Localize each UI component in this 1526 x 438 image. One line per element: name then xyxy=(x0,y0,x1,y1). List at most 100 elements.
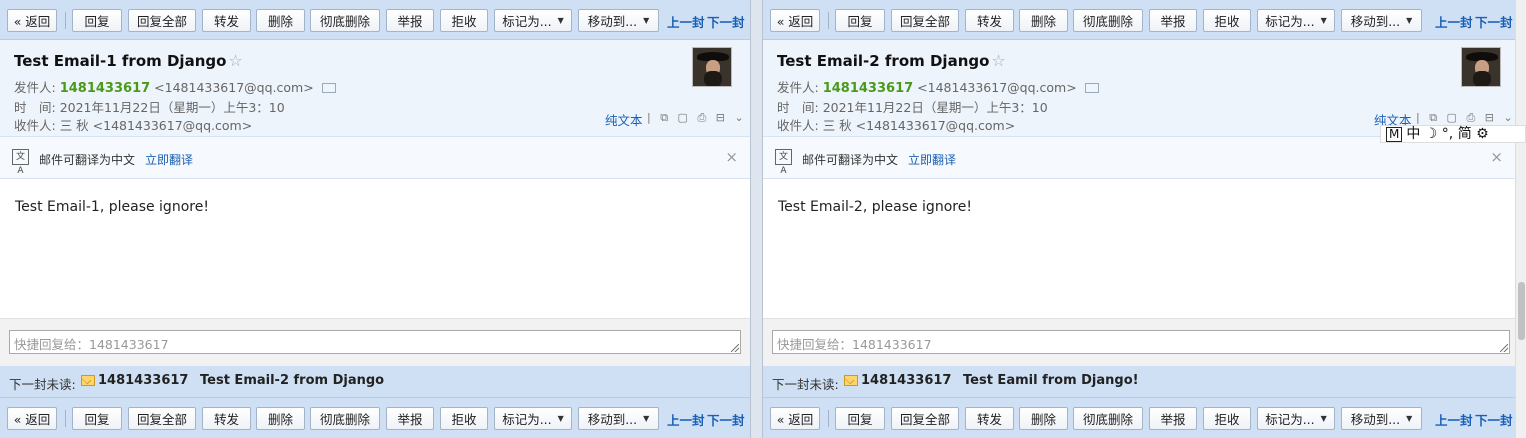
star-icon[interactable]: ☆ xyxy=(991,51,1005,70)
next-unread-subject[interactable]: Test Eamil from Django! xyxy=(963,373,1139,388)
star-icon[interactable]: ☆ xyxy=(228,51,242,70)
translate-icon: 文A xyxy=(12,149,29,176)
delete-button[interactable]: 删除 xyxy=(1019,407,1068,430)
contact-card-icon[interactable] xyxy=(321,83,336,93)
reply-button[interactable]: 回复 xyxy=(72,407,122,430)
header-actions-icons[interactable]: | ⧉ ▢ ⎙ ⊟ ⌄ xyxy=(1416,111,1515,125)
from-row: 发件人: 1481433617 <1481433617@qq.com> xyxy=(777,77,1099,96)
back-button[interactable]: « 返回 xyxy=(7,9,57,32)
resize-grip-icon[interactable] xyxy=(1500,344,1508,352)
delete-forever-button[interactable]: 彻底删除 xyxy=(310,9,380,32)
ime-mode-icon[interactable]: M xyxy=(1386,127,1403,142)
reject-button[interactable]: 拒收 xyxy=(1203,407,1251,430)
delete-forever-button[interactable]: 彻底删除 xyxy=(1073,9,1143,32)
to-value: 三 秋 <1481433617@qq.com> xyxy=(822,118,1016,133)
mark-as-dropdown[interactable]: 标记为... ▼ xyxy=(1257,407,1335,430)
ime-status-icons[interactable]: 中 ☽ °, 简 ⚙ xyxy=(1406,126,1488,142)
reply-all-button[interactable]: 回复全部 xyxy=(128,9,196,32)
reply-button[interactable]: 回复 xyxy=(835,9,885,32)
reply-all-button[interactable]: 回复全部 xyxy=(891,407,959,430)
quick-reply-input[interactable]: 快捷回复给：1481433617 xyxy=(772,330,1510,354)
quick-reply-input[interactable]: 快捷回复给：1481433617 xyxy=(9,330,741,354)
header-actions-icons[interactable]: | ⧉ ▢ ⎙ ⊟ ⌄ xyxy=(647,111,747,125)
forward-button[interactable]: 转发 xyxy=(202,9,251,32)
delete-button[interactable]: 删除 xyxy=(1019,9,1068,32)
ime-toolbar[interactable]: M中 ☽ °, 简 ⚙ xyxy=(1380,125,1526,143)
move-to-dropdown[interactable]: 移动到... ▼ xyxy=(578,9,659,32)
vertical-scrollbar[interactable] xyxy=(1515,0,1526,438)
mark-as-dropdown[interactable]: 标记为... ▼ xyxy=(1257,9,1335,32)
next-email-link[interactable]: 下一封 xyxy=(1475,410,1513,429)
move-to-dropdown[interactable]: 移动到... ▼ xyxy=(578,407,659,430)
time-label: 时 间: xyxy=(14,100,56,115)
to-value: 三 秋 <1481433617@qq.com> xyxy=(59,118,253,133)
forward-button[interactable]: 转发 xyxy=(965,9,1014,32)
reply-all-button[interactable]: 回复全部 xyxy=(891,9,959,32)
prev-email-link[interactable]: 上一封 xyxy=(667,410,705,429)
move-to-label: 移动到... xyxy=(587,412,638,427)
sender-address: <1481433617@qq.com> xyxy=(154,80,314,95)
translate-now-link[interactable]: 立即翻译 xyxy=(145,151,193,168)
prev-email-link[interactable]: 上一封 xyxy=(1435,12,1473,31)
delete-button[interactable]: 删除 xyxy=(256,9,305,32)
back-button[interactable]: « 返回 xyxy=(770,9,820,32)
back-button[interactable]: « 返回 xyxy=(7,407,57,430)
bottom-toolbar: « 返回 回复 回复全部 转发 删除 彻底删除 举报 拒收 标记为... ▼ 移动… xyxy=(0,397,750,438)
resize-grip-icon[interactable] xyxy=(731,344,739,352)
delete-button[interactable]: 删除 xyxy=(256,407,305,430)
report-button[interactable]: 举报 xyxy=(1149,9,1197,32)
report-button[interactable]: 举报 xyxy=(386,9,434,32)
envelope-icon xyxy=(81,375,95,386)
sender-name[interactable]: 1481433617 xyxy=(823,81,913,96)
email-header: Test Email-2 from Django ☆ 发件人: 148143361… xyxy=(763,40,1515,137)
plain-text-link[interactable]: 纯文本 xyxy=(605,110,643,129)
reply-button[interactable]: 回复 xyxy=(72,9,122,32)
move-to-label: 移动到... xyxy=(1350,412,1401,427)
chevron-down-icon: ▼ xyxy=(643,16,650,25)
contact-card-icon[interactable] xyxy=(1084,83,1099,93)
reject-button[interactable]: 拒收 xyxy=(440,9,488,32)
report-button[interactable]: 举报 xyxy=(1149,407,1197,430)
forward-button[interactable]: 转发 xyxy=(202,407,251,430)
next-email-link[interactable]: 下一封 xyxy=(707,410,745,429)
translate-now-link[interactable]: 立即翻译 xyxy=(908,151,956,168)
next-unread-sender[interactable]: 1481433617 xyxy=(98,373,188,388)
pane-divider[interactable] xyxy=(750,0,763,438)
scrollbar-thumb[interactable] xyxy=(1518,282,1525,340)
to-label: 收件人: xyxy=(777,118,819,133)
delete-forever-button[interactable]: 彻底删除 xyxy=(310,407,380,430)
mark-as-dropdown[interactable]: 标记为... ▼ xyxy=(494,407,572,430)
move-to-dropdown[interactable]: 移动到... ▼ xyxy=(1341,9,1422,32)
move-to-dropdown[interactable]: 移动到... ▼ xyxy=(1341,407,1422,430)
next-email-link[interactable]: 下一封 xyxy=(707,12,745,31)
reply-all-button[interactable]: 回复全部 xyxy=(128,407,196,430)
reply-button[interactable]: 回复 xyxy=(835,407,885,430)
back-button[interactable]: « 返回 xyxy=(770,407,820,430)
forward-button[interactable]: 转发 xyxy=(965,407,1014,430)
avatar xyxy=(1461,47,1501,87)
chevron-down-icon: ▼ xyxy=(557,16,564,25)
chevron-down-icon: ▼ xyxy=(1406,16,1413,25)
report-button[interactable]: 举报 xyxy=(386,407,434,430)
time-value: 2021年11月22日（星期一）上午3：10 xyxy=(822,100,1048,115)
next-unread-sender[interactable]: 1481433617 xyxy=(861,373,951,388)
move-to-label: 移动到... xyxy=(587,14,638,29)
from-label: 发件人: xyxy=(777,80,819,95)
avatar xyxy=(692,47,732,87)
prev-email-link[interactable]: 上一封 xyxy=(1435,410,1473,429)
top-toolbar: « 返回 回复 回复全部 转发 删除 彻底删除 举报 拒收 标记为... ▼ 移动… xyxy=(0,0,750,40)
reject-button[interactable]: 拒收 xyxy=(440,407,488,430)
translate-text: 邮件可翻译为中文 xyxy=(39,153,136,167)
email-subject: Test Email-2 from Django ☆ xyxy=(777,51,1006,70)
reject-button[interactable]: 拒收 xyxy=(1203,9,1251,32)
delete-forever-button[interactable]: 彻底删除 xyxy=(1073,407,1143,430)
next-email-link[interactable]: 下一封 xyxy=(1475,12,1513,31)
mark-as-label: 标记为... xyxy=(1265,14,1315,29)
next-unread-subject[interactable]: Test Email-2 from Django xyxy=(200,373,384,388)
sender-name[interactable]: 1481433617 xyxy=(60,81,150,96)
prev-email-link[interactable]: 上一封 xyxy=(667,12,705,31)
mark-as-dropdown[interactable]: 标记为... ▼ xyxy=(494,9,572,32)
close-icon[interactable]: × xyxy=(725,148,738,166)
close-icon[interactable]: × xyxy=(1490,148,1503,166)
mark-as-label: 标记为... xyxy=(502,14,552,29)
